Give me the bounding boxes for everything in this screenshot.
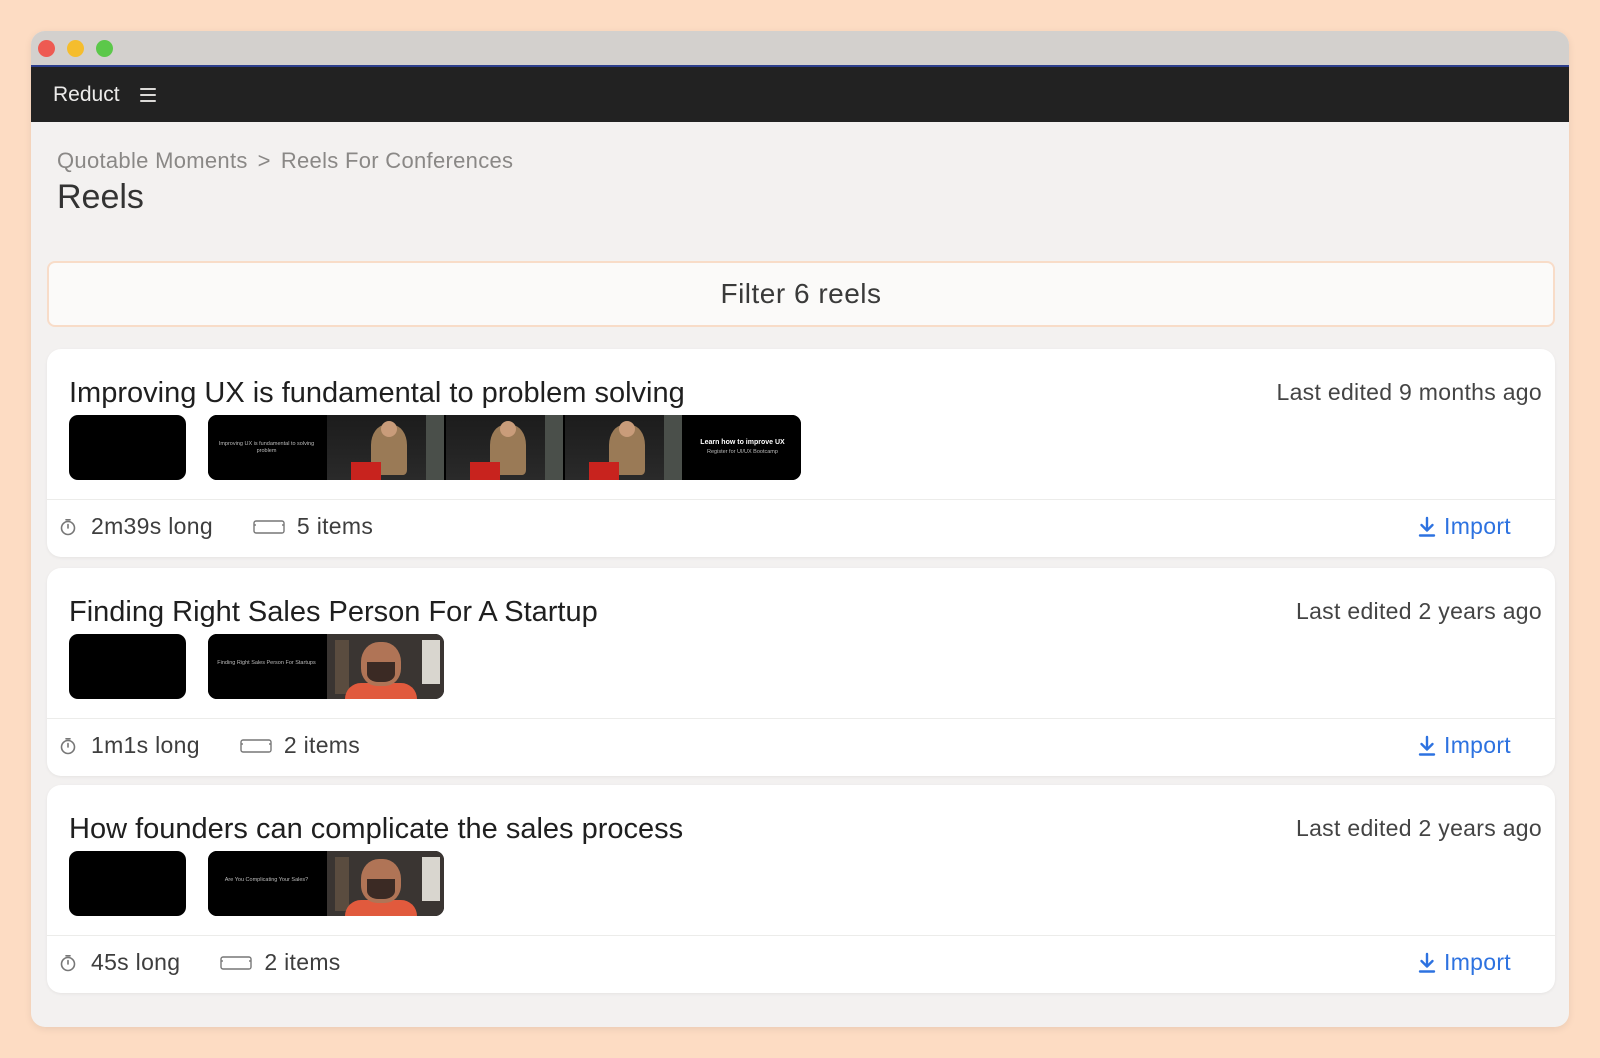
reel-frame-text: Are You Complicating Your Sales? xyxy=(208,851,325,916)
webcam-shelf xyxy=(335,640,349,694)
app-window: Reduct Quotable Moments > Reels For Conf… xyxy=(31,31,1569,1027)
filter-reels-input[interactable] xyxy=(47,261,1555,327)
stage-podium xyxy=(351,462,381,480)
import-button[interactable]: Import xyxy=(1418,513,1511,540)
reel-thumbnails: Improving UX is fundamental to solving p… xyxy=(69,415,801,480)
reel-last-edited: Last edited 2 years ago xyxy=(1295,598,1542,624)
reel-meta: 1m1s long 2 items xyxy=(59,732,360,759)
frame-caption: Finding Right Sales Person For Startups xyxy=(217,660,316,666)
stage-wall xyxy=(545,415,563,480)
breadcrumb: Quotable Moments > Reels For Conferences xyxy=(57,148,513,174)
reel-cover-thumbnail[interactable] xyxy=(69,415,186,480)
import-label: Import xyxy=(1444,513,1511,539)
reel-frame-text-bold: Learn how to improve UX Register for UI/U… xyxy=(684,415,801,480)
reel-duration: 2m39s long xyxy=(91,513,213,539)
reel-card[interactable]: How founders can complicate the sales pr… xyxy=(47,785,1555,993)
reel-title[interactable]: Finding Right Sales Person For A Startup xyxy=(69,596,598,629)
frame-caption: Are You Complicating Your Sales? xyxy=(224,877,309,883)
reel-duration: 45s long xyxy=(91,949,181,975)
reel-item-count: 2 items xyxy=(283,732,361,758)
items-icon xyxy=(253,519,285,534)
reel-thumbnails: Are You Complicating Your Sales? xyxy=(69,851,444,916)
reel-meta: 2m39s long 5 items xyxy=(59,513,373,540)
reel-frame-stage xyxy=(446,415,563,480)
reel-card[interactable]: Improving UX is fundamental to problem s… xyxy=(47,349,1555,557)
card-divider xyxy=(47,499,1555,500)
breadcrumb-parent[interactable]: Quotable Moments xyxy=(57,148,248,174)
app-title[interactable]: Reduct xyxy=(53,83,120,107)
reel-duration: 1m1s long xyxy=(91,732,200,758)
reel-frame-strip[interactable]: Finding Right Sales Person For Startups xyxy=(208,634,444,699)
card-divider xyxy=(47,935,1555,936)
reel-thumbnails: Finding Right Sales Person For Startups xyxy=(69,634,444,699)
reel-frame-strip[interactable]: Are You Complicating Your Sales? xyxy=(208,851,444,916)
maximize-window-button[interactable] xyxy=(96,40,113,57)
breadcrumb-current[interactable]: Reels For Conferences xyxy=(281,148,514,174)
reel-last-edited: Last edited 2 years ago xyxy=(1295,815,1542,841)
webcam-shelf xyxy=(335,857,349,911)
import-label: Import xyxy=(1444,732,1511,758)
title-bar xyxy=(31,31,1569,67)
reel-cover-thumbnail[interactable] xyxy=(69,634,186,699)
page-title: Reels xyxy=(57,178,144,216)
breadcrumb-separator: > xyxy=(257,148,271,173)
items-icon xyxy=(220,955,253,970)
import-button[interactable]: Import xyxy=(1418,949,1511,976)
frame-subcaption: Register for UI/UX Bootcamp xyxy=(707,449,778,455)
reel-frame-strip[interactable]: Improving UX is fundamental to solving p… xyxy=(208,415,801,480)
reel-meta: 45s long 2 items xyxy=(59,949,341,976)
frame-caption: Learn how to improve UX xyxy=(700,439,785,446)
close-window-button[interactable] xyxy=(38,40,55,57)
reel-item-count: 2 items xyxy=(264,949,341,975)
reel-frame-stage xyxy=(565,415,682,480)
reel-title[interactable]: Improving UX is fundamental to problem s… xyxy=(69,377,685,410)
download-icon xyxy=(1418,952,1436,973)
card-divider xyxy=(47,718,1555,719)
reel-frame-cam xyxy=(327,851,444,916)
reel-last-edited: Last edited 9 months ago xyxy=(1276,379,1542,405)
minimize-window-button[interactable] xyxy=(67,40,84,57)
stage-podium xyxy=(470,462,500,480)
reel-frame-text: Improving UX is fundamental to solving p… xyxy=(208,415,325,480)
frame-caption: Improving UX is fundamental to solving p… xyxy=(218,441,315,454)
reel-title[interactable]: How founders can complicate the sales pr… xyxy=(69,813,683,846)
webcam-face xyxy=(361,859,401,903)
stage-wall xyxy=(426,415,444,480)
webcam-face xyxy=(361,642,401,686)
reel-frame-stage xyxy=(327,415,444,480)
stage-wall xyxy=(664,415,682,480)
reel-item-count: 5 items xyxy=(296,513,374,539)
webcam-window-light xyxy=(422,640,440,684)
items-icon xyxy=(240,738,272,753)
stage-podium xyxy=(589,462,619,480)
import-button[interactable]: Import xyxy=(1418,732,1511,759)
reel-cover-thumbnail[interactable] xyxy=(69,851,186,916)
reel-frame-cam xyxy=(327,634,444,699)
import-label: Import xyxy=(1444,949,1511,975)
reel-card[interactable]: Finding Right Sales Person For A Startup… xyxy=(47,568,1555,776)
app-bar: Reduct xyxy=(31,67,1569,122)
webcam-window-light xyxy=(422,857,440,901)
timer-icon xyxy=(60,737,76,754)
download-icon xyxy=(1418,516,1436,537)
timer-icon xyxy=(60,518,76,535)
reel-frame-text: Finding Right Sales Person For Startups xyxy=(208,634,325,699)
timer-icon xyxy=(60,954,76,971)
download-icon xyxy=(1418,735,1436,756)
hamburger-menu-icon[interactable] xyxy=(139,87,156,102)
